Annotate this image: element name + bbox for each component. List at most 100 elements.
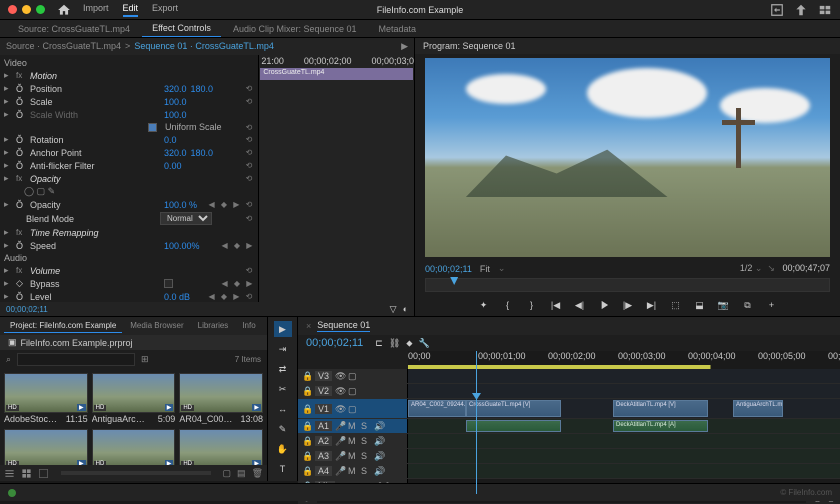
timeline-clip[interactable]: CrossGuateTL.mp4 [V] (466, 400, 561, 417)
tab-libraries[interactable]: Libraries (192, 319, 235, 333)
program-scrubber[interactable] (425, 278, 830, 292)
timeline-clip[interactable]: AR04_C002_09244... (408, 400, 466, 417)
timeline-ruler[interactable]: 00;0000;00;01;0000;00;02;0000;00;03;0000… (408, 351, 840, 365)
ec-row[interactable]: ▸fxOpacity⟲ (4, 172, 254, 185)
effect-controls-timeline[interactable]: 21:00 00;00;02;00 00;00;03;0 CrossGuateT… (258, 55, 414, 302)
timeline-timecode[interactable]: 00;00;02;11 (306, 337, 363, 349)
share-icon[interactable] (794, 3, 808, 17)
project-breadcrumb[interactable]: ▣ FileInfo.com Example.prproj (0, 335, 267, 350)
ec-row[interactable]: ▸ŎScale Width100.0 (4, 108, 254, 121)
filter-icon[interactable]: ▽ (390, 304, 397, 315)
ec-row[interactable]: ▸ŎPosition320.0180.0⟲ (4, 82, 254, 95)
ec-row[interactable]: ▸ŎScale100.0⟲ (4, 95, 254, 108)
slip-tool[interactable]: ↔ (274, 401, 292, 417)
tab-media-browser[interactable]: Media Browser (124, 319, 189, 333)
freeform-view-icon[interactable] (38, 468, 49, 479)
ec-row[interactable]: ▸ŎAnchor Point320.0180.0⟲ (4, 146, 254, 159)
ec-row[interactable]: Uniform Scale⟲ (4, 121, 254, 133)
project-item[interactable]: HD▶ AR04_C002_0902401_R...13:08 (179, 373, 263, 425)
audio-track[interactable]: 🔒A3🎤MS🔊 (298, 449, 840, 464)
hand-tool[interactable]: ✋ (274, 441, 292, 457)
project-search-input[interactable] (17, 353, 135, 366)
tab-audio-mixer[interactable]: Audio Clip Mixer: Sequence 01 (223, 21, 367, 37)
menu-import[interactable]: Import (83, 3, 109, 17)
ec-timecode[interactable]: 00;00;02;11 (6, 305, 48, 314)
track-select-tool[interactable]: ⇥ (274, 341, 292, 357)
ec-row[interactable]: ▸fxMotion (4, 69, 254, 82)
workspaces-icon[interactable] (818, 3, 832, 17)
ec-row[interactable]: Audio (4, 252, 254, 264)
ripple-edit-tool[interactable]: ⇄ (274, 361, 292, 377)
new-item-icon[interactable]: ▤ (237, 468, 246, 479)
go-to-in-icon[interactable]: |◀ (549, 298, 563, 312)
video-track[interactable]: 🔒V3👁▢ (298, 369, 840, 384)
timeline-clip[interactable]: DeckAtitlanTL.mp4 [V] (613, 400, 708, 417)
ec-row[interactable]: ▸fxTime Remapping (4, 226, 254, 239)
program-current-time[interactable]: 00;00;02;11 (425, 264, 472, 274)
project-item[interactable]: HD▶ DeckAtitlanTL.mp411:12 (92, 429, 176, 465)
video-track[interactable]: 🔒V1👁▢ AR04_C002_09244...CrossGuateTL.mp4… (298, 399, 840, 419)
ec-clip-indicator[interactable]: CrossGuateTL.mp4 (260, 68, 413, 80)
ec-row[interactable]: Blend ModeNormal⟲ (4, 211, 254, 226)
ec-row[interactable]: ▸◇Bypass◀ ◆ ▶ (4, 277, 254, 290)
lift-icon[interactable]: ⬚ (669, 298, 683, 312)
new-bin-icon[interactable]: ▢ (223, 468, 232, 479)
tab-source[interactable]: Source: CrossGuateTL.mp4 (8, 21, 140, 37)
timeline-clip[interactable] (466, 420, 561, 432)
ec-row[interactable]: ▸ŎOpacity100.0 %◀ ◆ ▶ ⟲ (4, 198, 254, 211)
audio-track[interactable]: 🔒A1🎤MS🔊 DeckAtitlanTL.mp4 [A] (298, 419, 840, 434)
quick-export-icon[interactable] (770, 3, 784, 17)
timeline-clip[interactable]: AntiguaArchTL.mp4 [V] (733, 400, 783, 417)
play-icon[interactable] (597, 298, 611, 312)
list-view-icon[interactable] (4, 468, 15, 479)
ec-row[interactable]: ▸ŎSpeed100.00%◀ ◆ ▶ (4, 239, 254, 252)
linked-selection-icon[interactable]: ⛓ (389, 338, 400, 349)
step-forward-icon[interactable]: |▶ (621, 298, 635, 312)
program-resolution[interactable]: 1/2 (740, 263, 753, 273)
ec-row[interactable]: ◯ ▢ ✎ (4, 185, 254, 198)
go-to-out-icon[interactable]: ▶| (645, 298, 659, 312)
menu-export[interactable]: Export (152, 3, 178, 17)
tab-info[interactable]: Info (236, 319, 261, 333)
video-track[interactable]: 🔒V2👁▢ (298, 384, 840, 399)
export-frame-icon[interactable]: 📷 (717, 298, 731, 312)
extract-icon[interactable]: ⬓ (693, 298, 707, 312)
ec-menu-icon[interactable]: ▶ (401, 41, 408, 52)
ec-row[interactable]: ▸ŎRotation0.0⟲ (4, 133, 254, 146)
step-back-icon[interactable]: ◀| (573, 298, 587, 312)
project-item[interactable]: HD▶ AdobeStock_11664082...11:15 (4, 373, 88, 425)
program-header[interactable]: Program: Sequence 01 (415, 38, 840, 54)
tab-metadata[interactable]: Metadata (369, 21, 427, 37)
program-fit[interactable]: Fit (480, 264, 490, 274)
search-icon[interactable]: ⌕ (6, 354, 11, 365)
audio-track[interactable]: 🔒A4🎤MS🔊 (298, 464, 840, 479)
project-item[interactable]: HD▶ AntiguaArchTL.mp45:09 (92, 373, 176, 425)
marker-icon[interactable]: ⬥ (406, 338, 412, 349)
ec-row[interactable]: ▸fxVolume⟲ (4, 264, 254, 277)
toggle-track-icon[interactable]: ◐ (403, 304, 408, 315)
mark-out-icon[interactable]: } (525, 298, 539, 312)
tab-effect-controls[interactable]: Effect Controls (142, 20, 221, 37)
type-tool[interactable]: T (274, 461, 292, 477)
settings-wrench-icon[interactable]: 🔧 (419, 338, 430, 349)
ec-sequence-label[interactable]: Sequence 01 · CrossGuateTL.mp4 (134, 41, 274, 52)
pen-tool[interactable]: ✎ (274, 421, 292, 437)
audio-track[interactable]: 🔒A2🎤MS🔊 (298, 434, 840, 449)
settings-icon[interactable]: + (765, 298, 779, 312)
minimize-window[interactable] (22, 5, 31, 14)
tab-project[interactable]: Project: FileInfo.com Example (4, 319, 122, 333)
comparison-icon[interactable]: ⧉ (741, 298, 755, 312)
menu-edit[interactable]: Edit (123, 3, 139, 17)
ec-row[interactable]: ▸ŎLevel0.0 dB◀ ◆ ▶ ⟲ (4, 290, 254, 302)
mark-in-icon[interactable]: { (501, 298, 515, 312)
selection-tool[interactable]: ▶ (274, 321, 292, 337)
snap-icon[interactable]: ⊏ (375, 338, 383, 349)
add-marker-icon[interactable]: ✦ (477, 298, 491, 312)
ec-row[interactable]: ▸ŎAnti-flicker Filter0.00⟲ (4, 159, 254, 172)
project-item[interactable]: HD▶ CrossGuateTL.mp42:09 (4, 429, 88, 465)
close-window[interactable] (8, 5, 17, 14)
program-playhead[interactable] (450, 277, 458, 285)
delete-icon[interactable]: 🗑 (252, 468, 263, 479)
icon-view-icon[interactable] (21, 468, 32, 479)
program-viewer[interactable] (425, 58, 830, 257)
